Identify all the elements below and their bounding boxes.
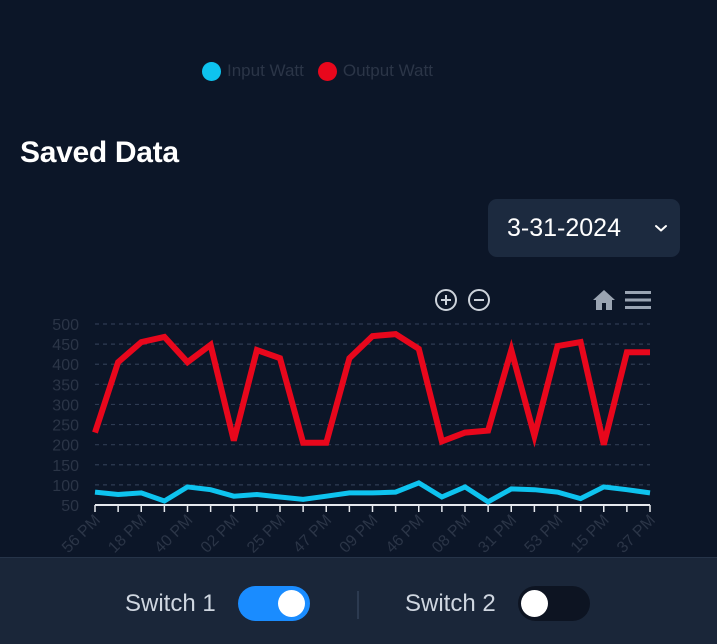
switch-1-knob xyxy=(278,590,305,617)
x-tick-label: 02 PM xyxy=(198,512,243,557)
legend-item-input[interactable]: Input Watt xyxy=(202,61,304,81)
bottom-bar: Switch 1 Switch 2 xyxy=(0,557,717,644)
legend-item-output[interactable]: Output Watt xyxy=(317,61,433,81)
series-line-input-watt xyxy=(94,480,651,505)
switch-1-toggle[interactable] xyxy=(238,586,310,621)
y-tick-label: 350 xyxy=(52,377,79,394)
legend-label-output: Output Watt xyxy=(342,61,433,80)
x-tick-label: 47 PM xyxy=(290,512,335,557)
home-icon[interactable] xyxy=(591,288,617,312)
zoom-out-icon[interactable] xyxy=(467,288,491,312)
switch-1-label: Switch 1 xyxy=(125,590,216,617)
x-tick-label: 15 PM xyxy=(568,512,613,557)
x-tick-label: 40 PM xyxy=(152,512,197,557)
y-tick-label: 200 xyxy=(52,438,79,455)
legend-dot-input xyxy=(202,61,221,81)
legend-dot-output xyxy=(317,61,337,81)
date-select[interactable]: 3-31-2024 xyxy=(488,199,680,257)
y-tick-label: 50 xyxy=(61,498,79,515)
y-tick-label: 150 xyxy=(52,458,79,475)
menu-icon[interactable] xyxy=(625,290,651,310)
x-tick-label: 53 PM xyxy=(522,512,567,557)
zoom-in-icon[interactable] xyxy=(434,288,458,312)
chevron-down-icon xyxy=(655,225,667,232)
switch-2-toggle[interactable] xyxy=(518,586,590,621)
x-tick-label: 09 PM xyxy=(337,512,382,557)
y-tick-label: 400 xyxy=(52,357,79,374)
y-tick-label: 500 xyxy=(52,317,79,334)
x-tick-label: 08 PM xyxy=(429,512,474,557)
x-tick-label: 31 PM xyxy=(475,512,520,557)
date-select-value: 3-31-2024 xyxy=(507,213,621,242)
y-tick-label: 450 xyxy=(52,337,79,354)
x-tick-label: 56 PM xyxy=(59,512,104,557)
x-tick-label: 18 PM xyxy=(105,512,150,557)
x-tick-label: 25 PM xyxy=(244,512,289,557)
chart-legend: Input Watt Output Watt xyxy=(202,59,433,83)
y-tick-label: 250 xyxy=(52,418,79,435)
legend-label-input: Input Watt xyxy=(227,61,304,80)
y-tick-label: 300 xyxy=(52,397,79,414)
line-chart: 5004504003503002502001501005056 PM 18 PM 4… xyxy=(52,317,659,557)
switch-2-knob xyxy=(521,590,548,617)
x-tick-label: 37 PM xyxy=(614,512,659,557)
y-tick-label: 100 xyxy=(52,478,79,495)
series-line-output-watt xyxy=(92,331,650,448)
switch-divider xyxy=(357,591,359,619)
x-tick-label: 46 PM xyxy=(383,512,428,557)
section-title: Saved Data xyxy=(20,136,179,169)
switch-2-label: Switch 2 xyxy=(405,590,496,617)
